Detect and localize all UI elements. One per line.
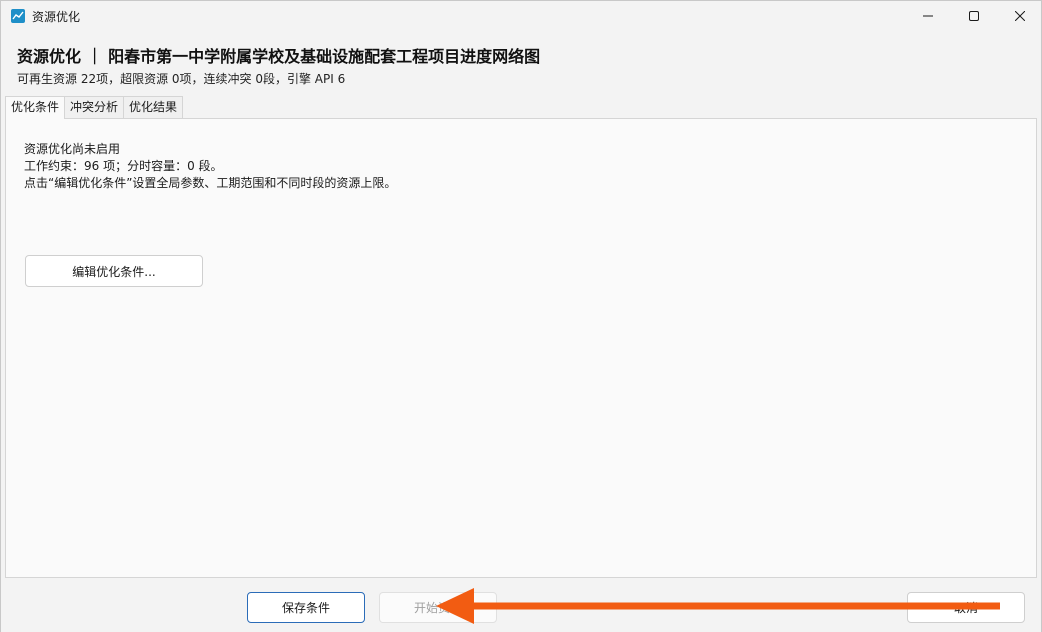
edit-conditions-button[interactable]: 编辑优化条件... <box>25 255 203 287</box>
cancel-button[interactable]: 取消 <box>907 592 1025 623</box>
title-bar[interactable]: 资源优化 <box>1 1 1041 31</box>
maximize-button[interactable] <box>951 1 997 31</box>
tab-content-panel: 资源优化尚未启用 工作约束：96 项；分时容量：0 段。 点击“编辑优化条件”设… <box>5 118 1037 578</box>
dialog-footer: 保存条件 开始资源 取消 <box>1 579 1041 632</box>
tab-optimization-results[interactable]: 优化结果 <box>123 96 184 118</box>
tab-strip: 优化条件 冲突分析 优化结果 <box>5 96 184 119</box>
minimize-icon <box>923 15 933 17</box>
tab-conflict-analysis[interactable]: 冲突分析 <box>64 96 125 118</box>
close-icon <box>1015 11 1025 21</box>
status-line-hint: 点击“编辑优化条件”设置全局参数、工期范围和不同时段的资源上限。 <box>24 176 397 190</box>
dialog-header: 资源优化 ｜ 阳春市第一中学附属学校及基础设施配套工程项目进度网络图 可再生资源… <box>1 31 1041 97</box>
tab-optimization-conditions[interactable]: 优化条件 <box>5 96 66 119</box>
start-optimization-button[interactable]: 开始资源 <box>379 592 497 623</box>
minimize-button[interactable] <box>905 1 951 31</box>
dialog-window: 资源优化 资源优化 ｜ 阳春市第一中学附属学校及基础设施配套工程项目进度网络图 … <box>0 0 1042 632</box>
close-button[interactable] <box>997 1 1042 31</box>
status-text-block: 资源优化尚未启用 工作约束：96 项；分时容量：0 段。 点击“编辑优化条件”设… <box>24 141 396 192</box>
page-title: 资源优化 ｜ 阳春市第一中学附属学校及基础设施配套工程项目进度网络图 <box>17 47 541 66</box>
status-line-constraints: 工作约束：96 项；分时容量：0 段。 <box>24 159 223 173</box>
status-line-disabled: 资源优化尚未启用 <box>24 142 121 156</box>
app-chart-icon <box>11 9 25 23</box>
resource-summary: 可再生资源 22项，超限资源 0项，连续冲突 0段，引擎 API 6 <box>17 72 346 86</box>
window-title: 资源优化 <box>32 10 81 24</box>
maximize-icon <box>969 11 979 21</box>
save-conditions-button[interactable]: 保存条件 <box>247 592 365 623</box>
